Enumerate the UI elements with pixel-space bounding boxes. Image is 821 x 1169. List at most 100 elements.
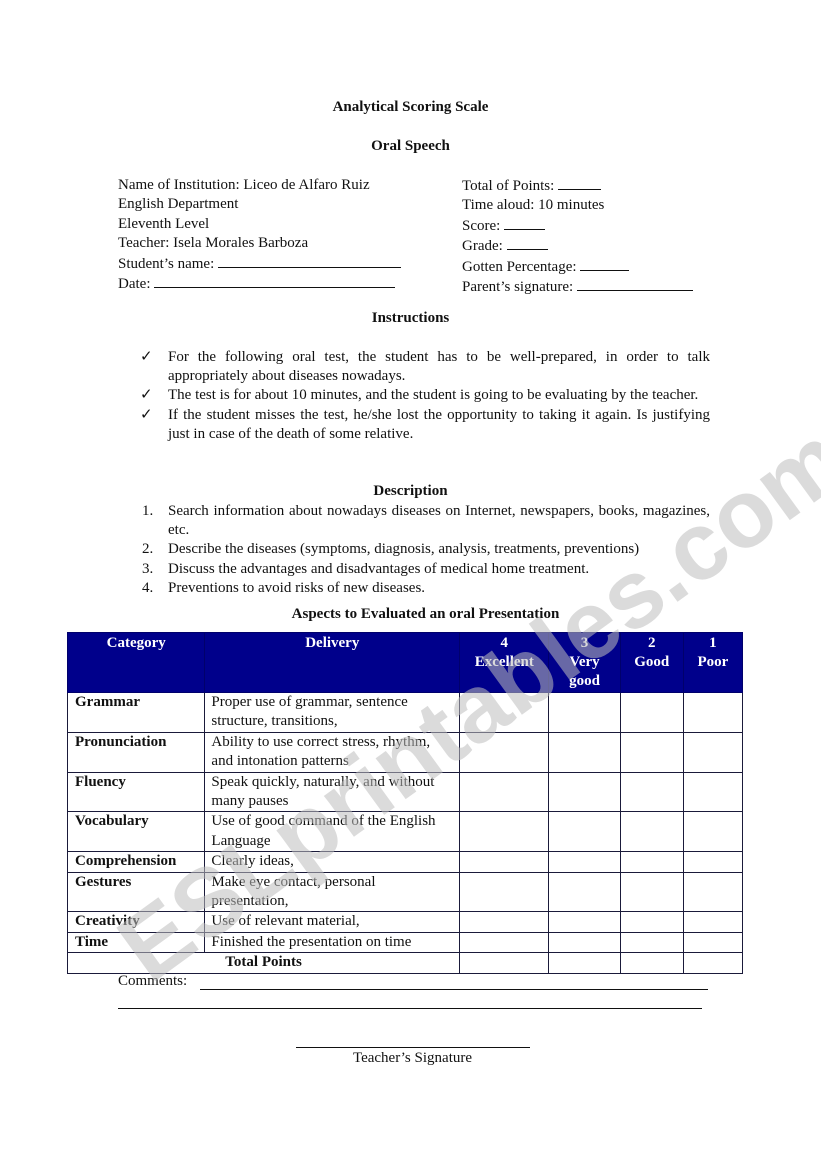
total-points-label: Total Points: [66, 952, 461, 974]
percentage-field: Gotten Percentage:: [462, 257, 693, 277]
score-2-cell[interactable]: [619, 871, 684, 913]
score-4-cell[interactable]: [459, 811, 550, 853]
comments-label: Comments:: [118, 973, 188, 989]
score-1-cell[interactable]: [682, 851, 744, 873]
description-item: 1. Search information about nowadays dise…: [142, 503, 710, 539]
header-score-4: 4 Excellent: [459, 632, 550, 693]
instruction-item: ✓ The test is for about 10 minutes, and t…: [118, 386, 710, 405]
score-1-cell[interactable]: [682, 931, 744, 954]
rubric-row-time: Time Finished the presentation on time: [66, 931, 744, 954]
score-4-cell[interactable]: [459, 771, 550, 813]
comments-line-1[interactable]: [200, 989, 708, 990]
document-title: Analytical Scoring Scale: [332, 99, 489, 115]
total-points-field: Total of Points:: [462, 176, 693, 196]
total-score-2-cell[interactable]: [619, 952, 684, 974]
student-name-blank[interactable]: [218, 254, 401, 268]
score-1-cell[interactable]: [682, 771, 744, 813]
level-field: Eleventh Level: [118, 215, 210, 232]
score-4-cell[interactable]: [459, 911, 550, 933]
score-3-cell[interactable]: [548, 911, 621, 933]
score-4-cell[interactable]: [459, 851, 550, 873]
total-points-blank[interactable]: [558, 176, 602, 190]
score-4-cell[interactable]: [459, 931, 550, 954]
score-2-cell[interactable]: [619, 692, 684, 733]
time-aloud-field: Time aloud: 10 minutes: [462, 197, 605, 214]
rubric-row-gestures: Gestures Make eye contact, personal pres…: [66, 871, 744, 913]
score-3-cell[interactable]: [548, 931, 621, 954]
instructions-heading: Instructions: [371, 310, 450, 326]
checkmark-icon: ✓: [140, 387, 153, 404]
institution-field: Name of Institution: Liceo de Alfaro Rui…: [118, 177, 370, 193]
teacher-signature-line[interactable]: [296, 1047, 530, 1048]
header-score-2: 2 Good: [619, 632, 684, 693]
score-2-cell[interactable]: [619, 811, 684, 853]
date-field: Date:: [118, 274, 401, 294]
delivery-cell: Use of relevant material,: [204, 911, 461, 933]
student-name-field: Student’s name:: [118, 254, 401, 274]
delivery-cell: Proper use of grammar, sentence structur…: [204, 692, 461, 733]
score-3-cell[interactable]: [548, 731, 621, 773]
category-cell: Vocabulary: [66, 811, 206, 853]
parent-signature-field: Parent’s signature:: [462, 277, 693, 297]
score-2-cell[interactable]: [619, 731, 684, 773]
category-cell: Creativity: [66, 911, 206, 933]
total-score-3-cell[interactable]: [548, 952, 621, 974]
category-cell: Comprehension: [66, 851, 206, 873]
parent-signature-blank[interactable]: [576, 277, 693, 292]
comments-line-2[interactable]: [118, 1008, 702, 1009]
score-2-cell[interactable]: [619, 911, 684, 933]
score-blank[interactable]: [504, 216, 546, 230]
category-cell: Pronunciation: [66, 731, 206, 773]
header-score-3: 3 Very good: [548, 632, 621, 693]
score-2-cell[interactable]: [619, 931, 684, 954]
list-number: 1.: [142, 503, 154, 519]
score-2-cell[interactable]: [619, 771, 684, 813]
score-4-cell[interactable]: [459, 692, 550, 733]
percentage-blank[interactable]: [580, 257, 630, 271]
total-score-1-cell[interactable]: [682, 952, 744, 974]
score-1-cell[interactable]: [682, 811, 744, 853]
score-3-cell[interactable]: [548, 811, 621, 853]
score-1-cell[interactable]: [682, 871, 744, 913]
grade-field: Grade:: [462, 236, 693, 256]
score-3-cell[interactable]: [548, 871, 621, 913]
worksheet-page: Analytical Scoring Scale Oral Speech Nam…: [0, 0, 821, 1169]
score-4-cell[interactable]: [459, 731, 550, 773]
category-cell: Time: [66, 931, 206, 954]
list-number: 2.: [142, 541, 154, 558]
score-4-cell[interactable]: [459, 871, 550, 913]
document-subtitle: Oral Speech: [371, 138, 450, 154]
instruction-item: ✓ For the following oral test, the studen…: [140, 349, 710, 385]
info-left-column: Name of Institution: Liceo de Alfaro Rui…: [118, 176, 401, 294]
instructions-list: ✓ For the following oral test, the studen…: [118, 348, 710, 444]
teacher-signature-label: Teacher’s Signature: [352, 1050, 473, 1066]
score-3-cell[interactable]: [548, 692, 621, 733]
description-item: 4. Preventions to avoid risks of new dise…: [118, 579, 710, 598]
rubric-row-creativity: Creativity Use of relevant material,: [66, 911, 744, 933]
total-score-4-cell[interactable]: [459, 952, 550, 974]
date-blank[interactable]: [154, 274, 396, 289]
score-1-cell[interactable]: [682, 692, 744, 733]
rubric-header-row: Category Delivery 4 Excellent 3 Very good …: [66, 632, 744, 693]
rubric-row-comprehension: Comprehension Clearly ideas,: [66, 851, 744, 873]
delivery-cell: Ability to use correct stress, rhythm, a…: [204, 731, 461, 773]
score-1-cell[interactable]: [682, 731, 744, 773]
rubric-row-fluency: Fluency Speak quickly, naturally, and wi…: [66, 771, 744, 813]
delivery-cell: Use of good command of the English Langu…: [204, 811, 461, 853]
grade-blank[interactable]: [506, 236, 548, 251]
category-cell: Grammar: [66, 692, 206, 733]
score-3-cell[interactable]: [548, 771, 621, 813]
description-heading: Description: [373, 483, 448, 499]
category-cell: Fluency: [66, 771, 206, 813]
list-number: 4.: [142, 579, 154, 596]
score-2-cell[interactable]: [619, 851, 684, 873]
score-1-cell[interactable]: [682, 911, 744, 933]
checkmark-icon: ✓: [140, 349, 153, 365]
score-field: Score:: [462, 216, 693, 236]
score-3-cell[interactable]: [548, 851, 621, 873]
department-field: English Department: [118, 196, 239, 213]
delivery-cell: Make eye contact, personal presentation,: [204, 871, 461, 913]
delivery-cell: Speak quickly, naturally, and without ma…: [204, 771, 461, 813]
header-delivery: Delivery: [204, 632, 461, 693]
rubric-total-row: Total Points: [66, 952, 744, 974]
